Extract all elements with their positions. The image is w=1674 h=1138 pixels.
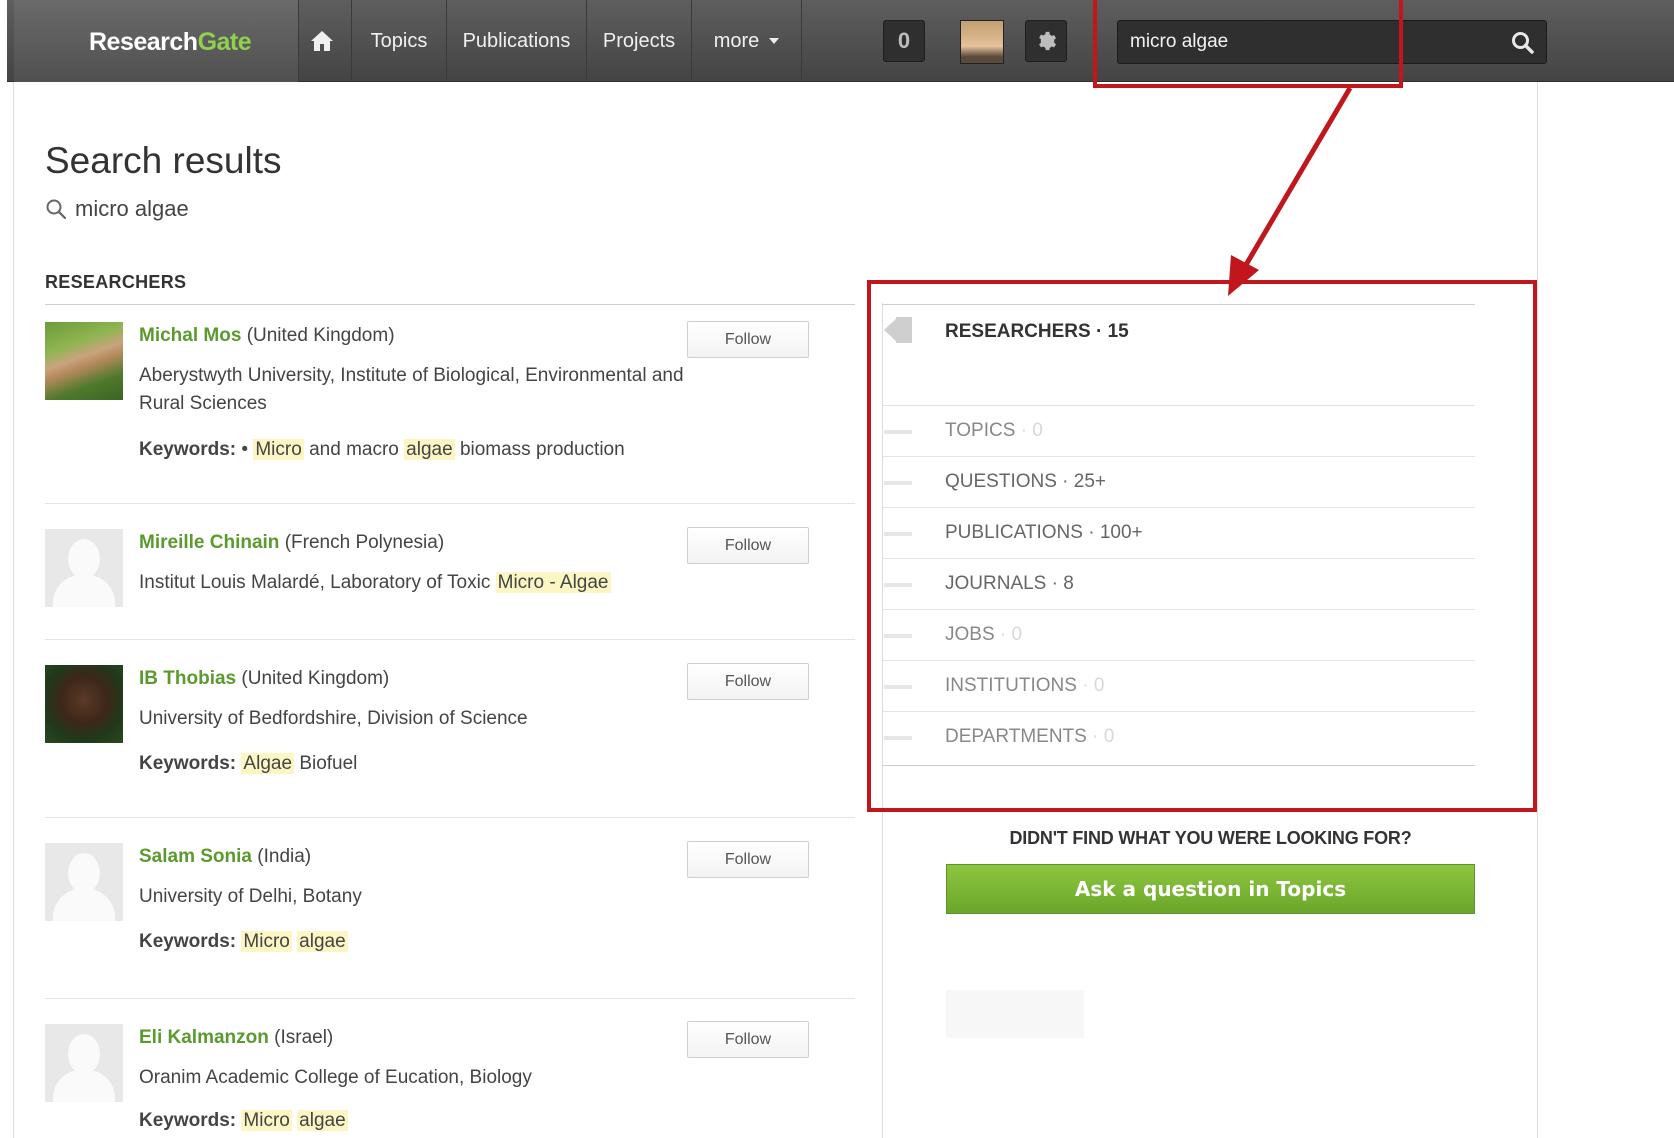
search-icon xyxy=(1512,32,1534,54)
help-prompt: DIDN'T FIND WHAT YOU WERE LOOKING FOR? xyxy=(1009,828,1412,848)
default-avatar[interactable] xyxy=(45,843,123,921)
researcher-affiliation: Institut Louis Malardé, Laboratory of To… xyxy=(139,572,611,593)
follow-button[interactable]: Follow xyxy=(687,663,809,700)
follow-button[interactable]: Follow xyxy=(687,321,809,358)
gear-icon xyxy=(1039,31,1056,51)
researcher-photo[interactable] xyxy=(45,322,123,400)
top-navigation-bar: ResearchGate Topics Publications Project… xyxy=(7,0,1674,82)
home-icon xyxy=(310,31,333,51)
section-divider xyxy=(45,304,855,305)
settings-button[interactable] xyxy=(1025,20,1067,62)
notifications-button[interactable]: 0 xyxy=(883,20,925,62)
researcher-affiliation: Oranim Academic College of Eucation, Bio… xyxy=(139,1067,532,1088)
search-query-summary: micro algae xyxy=(45,196,189,222)
page-border-right xyxy=(1537,82,1538,1138)
researcher-name-link[interactable]: Salam Sonia xyxy=(139,846,252,867)
nav-topics[interactable]: Topics xyxy=(352,0,447,82)
search-query-text: micro algae xyxy=(75,196,189,221)
researcher-keywords: Keywords: Algae Biofuel xyxy=(139,753,358,774)
nav-more-label: more xyxy=(713,29,760,52)
researcher-name-line: Eli Kalmanzon (Israel) xyxy=(139,1027,334,1048)
follow-button[interactable]: Follow xyxy=(687,841,809,878)
caret-down-icon xyxy=(769,38,780,44)
researcher-name-line: IB Thobias (United Kingdom) xyxy=(139,668,390,689)
nav-more-dropdown[interactable]: more xyxy=(692,0,802,82)
researcher-photo[interactable] xyxy=(45,665,123,743)
researcher-name-line: Mireille Chinain (French Polynesia) xyxy=(139,532,445,553)
row-divider xyxy=(45,639,855,640)
researcher-name-link[interactable]: Michal Mos xyxy=(139,325,241,346)
nav-publications[interactable]: Publications xyxy=(447,0,587,82)
row-divider xyxy=(45,503,855,504)
default-avatar[interactable] xyxy=(45,529,123,607)
search-button[interactable] xyxy=(1510,30,1536,56)
page-border-left xyxy=(13,82,14,1138)
page-title: Search results xyxy=(45,140,282,181)
ask-question-button[interactable]: Ask a question in Topics xyxy=(946,864,1475,914)
researcher-name-line: Michal Mos (United Kingdom) xyxy=(139,325,395,346)
researcher-name-link[interactable]: Eli Kalmanzon xyxy=(139,1027,269,1048)
researcher-keywords: Keywords: Micro algae xyxy=(139,1110,348,1131)
researcher-name-link[interactable]: IB Thobias xyxy=(139,668,236,689)
default-avatar[interactable] xyxy=(45,1024,123,1102)
placeholder-box xyxy=(946,990,1084,1038)
logo-area[interactable]: ResearchGate xyxy=(14,0,299,82)
annotation-highlight-filters xyxy=(867,280,1537,812)
researchgate-logo[interactable]: ResearchGate xyxy=(89,28,252,57)
researcher-affiliation: Aberystwyth University, Institute of Bio… xyxy=(139,365,684,414)
nav-projects[interactable]: Projects xyxy=(587,0,692,82)
follow-button[interactable]: Follow xyxy=(687,527,809,564)
researcher-keywords: Keywords: • Micro and macro algae biomas… xyxy=(139,439,625,460)
researcher-affiliation: University of Bedfordshire, Division of … xyxy=(139,708,528,729)
researcher-keywords: Keywords: Micro algae xyxy=(139,931,348,952)
researcher-affiliation: University of Delhi, Botany xyxy=(139,886,362,907)
researcher-name-line: Salam Sonia (India) xyxy=(139,846,312,867)
annotation-highlight-search xyxy=(1093,0,1403,88)
row-divider xyxy=(45,817,855,818)
follow-button[interactable]: Follow xyxy=(687,1021,809,1058)
researchers-section-heading: RESEARCHERS xyxy=(45,272,187,292)
researcher-name-link[interactable]: Mireille Chinain xyxy=(139,532,279,553)
search-icon xyxy=(46,199,67,220)
home-button[interactable] xyxy=(292,0,352,82)
row-divider xyxy=(45,998,855,999)
user-avatar[interactable] xyxy=(960,20,1004,64)
